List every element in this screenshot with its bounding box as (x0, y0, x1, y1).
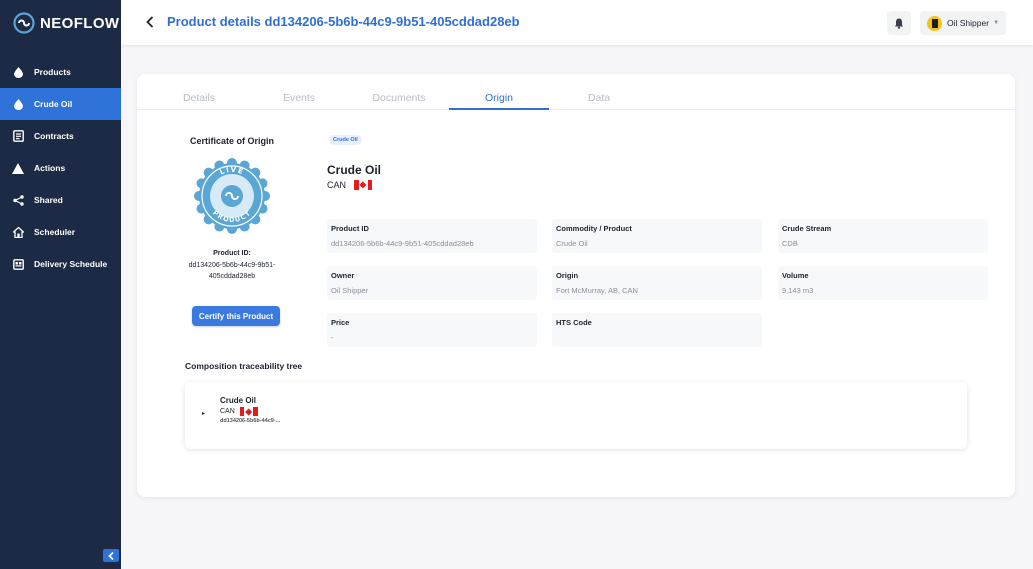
sidebar-item-actions[interactable]: Actions (0, 152, 121, 184)
field-owner: Owner Oil Shipper (327, 266, 537, 300)
country-code: CAN (220, 408, 235, 415)
product-type-badge: Crude Oil (329, 135, 362, 145)
notifications-button[interactable] (887, 11, 911, 35)
field-value: CDB (782, 239, 798, 248)
back-button[interactable] (143, 14, 157, 30)
field-value: Oil Shipper (331, 286, 369, 295)
field-volume: Volume 9,143 m3 (778, 266, 988, 300)
field-value: Crude Oil (556, 239, 588, 248)
page-title: Product details dd134206-5b6b-44c9-9b51-… (167, 14, 520, 29)
field-label: Product ID (331, 224, 369, 233)
field-value: dd134206-5b6b-44c9-9b51-405cddad28eb (331, 239, 474, 248)
field-commodity: Commodity / Product Crude Oil (552, 219, 762, 253)
home-icon (12, 226, 24, 238)
certificate-title: Certificate of Origin (190, 136, 275, 146)
sidebar-item-label: Crude Oil (34, 99, 73, 109)
brand-logo[interactable]: NEOFLOW (13, 12, 119, 34)
traceability-tree: ▸ Crude Oil CAN dd134206-5b6b-44c9-... (185, 382, 967, 449)
product-card: Details Events Documents Origin Data Cer… (137, 74, 1015, 497)
bell-icon (894, 18, 904, 29)
sidebar-item-label: Scheduler (34, 227, 76, 237)
sidebar-item-label: Actions (34, 163, 66, 173)
expand-toggle-icon[interactable]: ▸ (202, 410, 205, 417)
sidebar-item-label: Shared (34, 195, 63, 205)
chevron-left-icon (108, 551, 114, 560)
field-label: Crude Stream (782, 224, 832, 233)
certify-product-button[interactable]: Certify this Product (192, 306, 280, 326)
field-price: Price - (327, 313, 537, 347)
warning-icon (12, 162, 24, 174)
sidebar-item-shared[interactable]: Shared (0, 184, 121, 216)
drop-icon (12, 66, 24, 78)
field-product-id: Product ID dd134206-5b6b-44c9-9b51-405cd… (327, 219, 537, 253)
chevron-down-icon: ▼ (993, 20, 1000, 26)
sidebar-item-scheduler[interactable]: Scheduler (0, 216, 121, 248)
field-label: Price (331, 318, 350, 327)
certificate-product-id-label: Product ID: (213, 250, 251, 257)
field-label: HTS Code (556, 318, 592, 327)
tab-origin[interactable]: Origin (449, 88, 549, 110)
sidebar-item-contracts[interactable]: Contracts (0, 120, 121, 152)
field-origin: Origin Fort McMurray, AB, CAN (552, 266, 762, 300)
field-label: Volume (782, 271, 809, 280)
product-country: CAN (327, 180, 373, 190)
user-name: Oil Shipper (947, 18, 990, 28)
field-value: Fort McMurray, AB, CAN (556, 286, 638, 295)
document-icon (12, 130, 24, 142)
tab-events[interactable]: Events (249, 88, 349, 110)
live-product-seal-icon: LIVE PRODUCT (194, 158, 270, 234)
field-value: 9,143 m3 (782, 286, 814, 295)
sidebar-item-delivery-schedule[interactable]: Delivery Schedule (0, 248, 121, 280)
tab-documents[interactable]: Documents (349, 88, 449, 110)
sidebar-item-label: Products (34, 67, 71, 77)
sidebar: NEOFLOW Products Crude Oil Contracts Act… (0, 0, 121, 569)
certificate-product-id: dd134206-5b6b-44c9-9b51- 405cddad28eb (182, 260, 282, 282)
canada-flag-icon (239, 407, 258, 416)
sidebar-item-label: Delivery Schedule (34, 259, 108, 269)
field-value: - (331, 333, 334, 342)
calendar-icon (12, 258, 24, 270)
tree-node-id: dd134206-5b6b-44c9-... (220, 418, 281, 424)
field-crude-stream: Crude Stream CDB (778, 219, 988, 253)
share-icon (12, 194, 24, 206)
sidebar-item-products[interactable]: Products (0, 56, 121, 88)
tree-node-name[interactable]: Crude Oil (220, 396, 256, 405)
field-label: Origin (556, 271, 579, 280)
field-hts-code: HTS Code (552, 313, 762, 347)
certificate-product-id-line: dd134206-5b6b-44c9-9b51- (188, 262, 276, 269)
sidebar-nav: Products Crude Oil Contracts Actions Sha… (0, 56, 121, 280)
collapse-sidebar-button[interactable] (103, 549, 119, 562)
product-name: Crude Oil (327, 163, 382, 177)
tab-details[interactable]: Details (149, 88, 249, 110)
avatar (927, 15, 942, 31)
canada-flag-icon (354, 180, 373, 190)
sidebar-item-crude-oil[interactable]: Crude Oil (0, 88, 121, 120)
field-label: Commodity / Product (556, 224, 632, 233)
tab-bar: Details Events Documents Origin Data (137, 88, 1015, 110)
country-code: CAN (327, 180, 347, 190)
chevron-left-icon (146, 16, 154, 28)
traceability-tree-title: Composition traceability tree (185, 361, 303, 371)
field-label: Owner (331, 271, 355, 280)
tab-data[interactable]: Data (549, 88, 649, 110)
top-header: Product details dd134206-5b6b-44c9-9b51-… (121, 0, 1033, 45)
tree-node-country: CAN (220, 407, 258, 416)
neoflow-logo-icon (13, 12, 35, 34)
sidebar-item-label: Contracts (34, 131, 74, 141)
user-menu-button[interactable]: Oil Shipper ▼ (920, 11, 1006, 35)
certificate-product-id-line: 405cddad28eb (208, 273, 256, 280)
drop-icon (12, 98, 24, 110)
brand-name: NEOFLOW (40, 14, 120, 32)
